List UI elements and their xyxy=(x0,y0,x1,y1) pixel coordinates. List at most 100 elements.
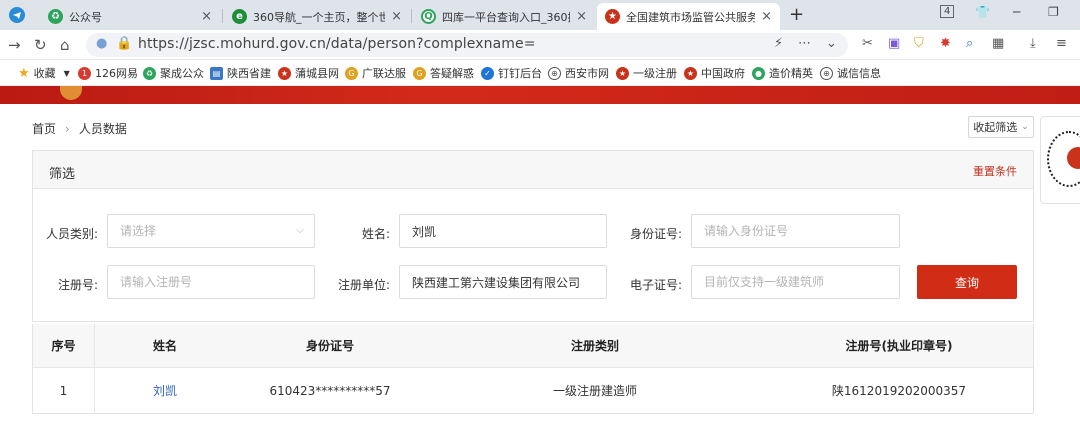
qr-code-widget[interactable] xyxy=(1040,116,1080,204)
tab-label: 四库一平台查询入口_360搜索 xyxy=(442,10,570,24)
tab-favicon-icon: e xyxy=(232,9,247,24)
breadcrumb: 首页 › 人员数据 xyxy=(32,120,127,137)
forward-icon[interactable]: → xyxy=(8,36,21,54)
tab-jzsc-active[interactable]: ★ 全国建筑市场监管公共服务平台 × xyxy=(597,3,780,30)
tab-divider xyxy=(411,9,412,23)
person-type-label: 人员类别: xyxy=(45,227,98,241)
scissors-icon[interactable]: ✂ xyxy=(862,36,873,51)
tab-favicon-icon: ♻ xyxy=(48,9,63,24)
tab-close-icon[interactable]: × xyxy=(201,9,212,24)
game-icon[interactable]: ✸ xyxy=(940,36,951,51)
bookmark-favicon-icon: G xyxy=(413,66,426,80)
reg-number-input[interactable] xyxy=(120,275,302,289)
bookmark-label: 聚成公众 xyxy=(160,67,204,80)
bookmark-item[interactable]: G 广联达服 xyxy=(345,65,406,81)
bookmark-favorites[interactable]: ★ 收藏 ▼ xyxy=(18,65,70,81)
address-bar-row: → ↻ ⌂ ● 🔒 https://jzsc.mohurd.gov.cn/dat… xyxy=(0,30,1080,60)
reset-conditions-link[interactable]: 重置条件 xyxy=(973,163,1017,179)
id-number-label: 身份证号: xyxy=(629,227,682,241)
download-icon[interactable]: ⤓ xyxy=(1030,36,1036,51)
bookmark-item[interactable]: ● 造价精英 xyxy=(752,65,813,81)
lock-warning-icon: 🔒 xyxy=(116,36,133,51)
header-index: 序号 xyxy=(33,324,95,367)
bookmark-label: 一级注册 xyxy=(633,67,677,80)
tab-close-icon[interactable]: × xyxy=(391,9,402,24)
breadcrumb-home[interactable]: 首页 xyxy=(32,120,56,137)
bookmark-item[interactable]: ⊕ 诚信信息 xyxy=(820,65,881,81)
bookmark-favicon-icon: ★ xyxy=(616,66,629,80)
fold-filter-label: 收起筛选 xyxy=(973,121,1018,134)
minimize-icon[interactable]: ─ xyxy=(1013,5,1020,19)
bookmark-favicon-icon: ★ xyxy=(278,66,291,80)
bookmark-item[interactable]: ✓ 钉钉后台 xyxy=(481,65,542,81)
name-field[interactable] xyxy=(399,214,607,248)
name-input[interactable] xyxy=(412,224,594,238)
bookmark-item[interactable]: ★ 中国政府 xyxy=(684,65,745,81)
tab-close-icon[interactable]: × xyxy=(576,9,587,24)
reg-number-field[interactable] xyxy=(107,265,315,299)
bookmark-item[interactable]: ★ 蒲城县网 xyxy=(278,65,339,81)
star-icon: ★ xyxy=(18,65,30,81)
bookmark-item[interactable]: G 答疑解惑 xyxy=(413,65,474,81)
id-number-field[interactable] xyxy=(691,214,900,248)
ecert-number-field[interactable] xyxy=(691,265,900,299)
tab-label: 360导航_一个主页，整个世界 xyxy=(253,10,386,24)
reg-unit-field[interactable] xyxy=(399,265,607,299)
tab-count-badge[interactable]: 4 xyxy=(940,5,955,18)
bookmark-favicon-icon: ● xyxy=(752,66,765,80)
bookmark-item[interactable]: ▤ 陕西省建 xyxy=(210,65,271,81)
tab-360-nav[interactable]: e 360导航_一个主页，整个世界 × xyxy=(224,3,410,30)
shield-icon[interactable]: ⛉ xyxy=(914,36,924,51)
header-id-number: 身份证号 xyxy=(305,339,354,353)
menu-icon[interactable]: ≡ xyxy=(1056,36,1067,51)
person-name-link[interactable]: 刘凯 xyxy=(153,382,177,399)
cell-reg-category: 一级注册建造师 xyxy=(552,384,637,398)
bookmark-item[interactable]: ♻ 聚成公众 xyxy=(143,65,204,81)
tab-360-search[interactable]: Q 四库一平台查询入口_360搜索 × xyxy=(413,3,595,30)
shirt-icon[interactable]: 👕 xyxy=(975,5,990,19)
tab-close-icon[interactable]: × xyxy=(761,9,772,24)
fold-filter-button[interactable]: 收起筛选 ⌄ xyxy=(968,116,1034,138)
home-icon[interactable]: ⌂ xyxy=(60,36,70,54)
reg-unit-input[interactable] xyxy=(412,275,594,289)
person-type-input[interactable] xyxy=(120,224,302,238)
bookmarks-bar: ★ 收藏 ▼ 1 126网易 ♻ 聚成公众 ▤ 陕西省建 ★ 蒲城县网 G 广联达服 G答… xyxy=(0,60,1080,86)
ecert-number-input[interactable] xyxy=(704,275,887,289)
pinned-tab[interactable] xyxy=(6,5,28,25)
apps-grid-icon[interactable]: ▦ xyxy=(992,36,1004,51)
person-type-select[interactable]: ⌵ xyxy=(107,214,315,248)
more-icon[interactable]: ⋯ xyxy=(798,36,811,51)
bookmark-item[interactable]: ★ 一级注册 xyxy=(616,65,677,81)
tab-gongzhonghao[interactable]: ♻ 公众号 × xyxy=(40,3,220,30)
tab-favicon-icon: Q xyxy=(421,9,436,24)
bookmark-favicon-icon: ♻ xyxy=(143,66,156,80)
bookmark-item[interactable]: 1 126网易 xyxy=(78,65,138,81)
telegram-icon xyxy=(9,7,25,23)
breadcrumb-current: 人员数据 xyxy=(78,122,127,136)
restore-icon[interactable]: ❐ xyxy=(1048,5,1059,19)
bookmark-label: 诚信信息 xyxy=(837,67,881,80)
browser-tabstrip: ♻ 公众号 × e 360导航_一个主页，整个世界 × Q 四库一平台查询入口_… xyxy=(0,0,1080,30)
new-tab-button[interactable]: + xyxy=(789,4,804,25)
translate-icon[interactable]: ▣ xyxy=(888,36,900,51)
search-icon[interactable]: ⌕ xyxy=(966,36,973,51)
search-button[interactable]: 查询 xyxy=(917,265,1017,299)
chevron-down-icon: ⌵ xyxy=(296,225,304,236)
bookmark-item[interactable]: ⊕ 西安市网 xyxy=(548,65,609,81)
header-reg-category: 注册类别 xyxy=(570,339,619,353)
id-number-input[interactable] xyxy=(704,224,887,238)
bookmark-favicon-icon: G xyxy=(345,66,358,80)
bookmark-label: 126网易 xyxy=(95,67,138,80)
filter-panel-header: 筛选 重置条件 xyxy=(33,151,1033,189)
reload-icon[interactable]: ↻ xyxy=(34,36,47,54)
tab-label: 公众号 xyxy=(69,10,102,24)
header-name: 姓名 xyxy=(152,339,177,353)
bookmark-label: 造价精英 xyxy=(769,67,813,80)
bookmark-favicon-icon: ★ xyxy=(684,66,697,80)
url-text[interactable]: https://jzsc.mohurd.gov.cn/data/person?c… xyxy=(138,36,536,52)
chevron-down-icon[interactable]: ⌄ xyxy=(826,36,837,51)
ecert-number-label: 电子证号: xyxy=(629,278,682,292)
lightning-icon[interactable]: ⚡ xyxy=(774,36,783,51)
chevron-down-icon: ⌄ xyxy=(1021,122,1029,132)
national-emblem-icon xyxy=(60,86,82,100)
